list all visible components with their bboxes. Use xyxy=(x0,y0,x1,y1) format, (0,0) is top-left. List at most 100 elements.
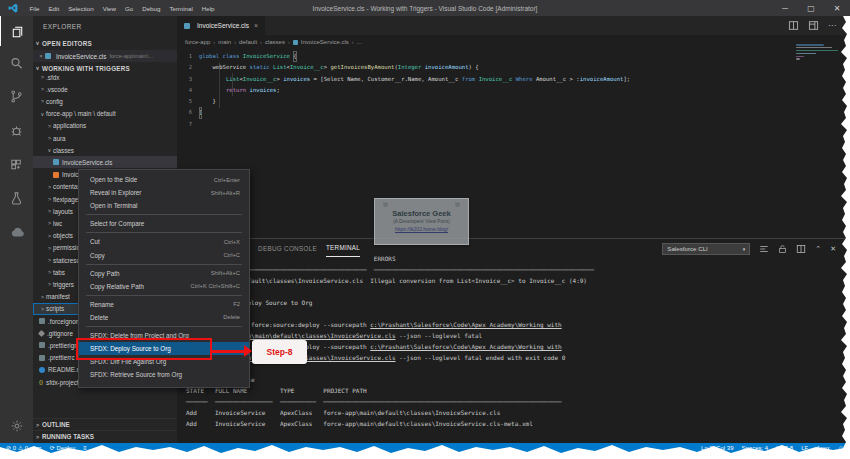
settings-gear-icon[interactable] xyxy=(0,411,33,441)
code-token: InvoiceService xyxy=(243,51,294,62)
tree-item--sfdx[interactable]: >.sfdx xyxy=(33,71,177,83)
tree-item-label: aura xyxy=(53,135,66,142)
toggle-layout-icon[interactable] xyxy=(808,20,819,31)
chevron-right-icon: > xyxy=(46,123,53,129)
xml-file-icon xyxy=(53,172,59,178)
menu-item-copy-path[interactable]: Copy PathShift+Alt+C xyxy=(79,267,249,280)
tree-item-force-app-main-default[interactable]: ∨force-app \ main \ default xyxy=(33,108,177,120)
chevron-right-icon: > xyxy=(39,294,46,300)
menu-separator xyxy=(86,214,242,215)
annotation-arrow-head xyxy=(244,345,252,357)
menu-item-shortcut: Ctrl+C xyxy=(223,252,240,258)
more-actions-icon[interactable]: ⋯ xyxy=(828,21,836,30)
explorer-icon[interactable] xyxy=(0,16,33,46)
menu-item-select-for-compare[interactable]: Select for Compare xyxy=(79,217,249,230)
code-token: Amount__c > : xyxy=(533,74,580,85)
menu-item-delete[interactable]: DeleteDelete xyxy=(79,311,249,324)
debug-icon[interactable] xyxy=(0,115,33,145)
menu-terminal[interactable]: Terminal xyxy=(165,5,197,12)
menu-edit[interactable]: Edit xyxy=(44,5,64,12)
minimize-button[interactable]: ─ xyxy=(772,0,798,16)
tree-item-label: tabs xyxy=(53,269,65,276)
open-editors-header[interactable]: ∨OPEN EDITORS xyxy=(33,37,177,49)
tab-invoiceservice[interactable]: InvoiceService.cls × xyxy=(177,16,265,35)
menu-item-label: Copy xyxy=(90,252,105,259)
open-editor-item[interactable]: × InvoiceService.cls force-app\main\... xyxy=(33,50,177,62)
torn-edge-bottom xyxy=(0,445,850,459)
code-token: invoiceAmount xyxy=(425,62,469,73)
tree-item-aura[interactable]: >aura xyxy=(33,132,177,144)
tree-item-classes[interactable]: ∨classes xyxy=(33,144,177,156)
menu-go[interactable]: Go xyxy=(120,5,137,12)
maximize-panel-icon[interactable]: ⌃ xyxy=(815,245,821,253)
search-icon[interactable] xyxy=(0,48,33,78)
code-token: invoiceAmount xyxy=(580,74,624,85)
menu-item-copy-relative-path[interactable]: Copy Relative PathCtrl+K Ctrl+Shift+C xyxy=(79,280,249,293)
minimap[interactable] xyxy=(796,44,842,61)
tree-item-invoiceservice-cls[interactable]: InvoiceService.cls xyxy=(33,156,177,168)
code-token: Invoice__c xyxy=(290,62,324,73)
source-control-icon[interactable] xyxy=(0,81,33,111)
tree-item-applications[interactable]: >applications xyxy=(33,120,177,132)
menu-item-cut[interactable]: Cut Ctrl+X xyxy=(79,235,249,248)
close-icon[interactable]: × xyxy=(37,53,45,59)
line-number: 5 xyxy=(177,96,199,107)
running-tasks-section[interactable]: >RUNNING TASKS xyxy=(33,430,177,442)
chevron-right-icon: > xyxy=(46,269,53,275)
new-terminal-icon[interactable] xyxy=(759,244,769,254)
close-panel-icon[interactable]: ✕ xyxy=(830,245,836,253)
breadcrumb-item[interactable]: default xyxy=(239,39,257,45)
breadcrumb-item[interactable]: force-app xyxy=(185,39,210,45)
menu-item-shortcut: Ctrl+X xyxy=(224,239,240,245)
extensions-icon[interactable] xyxy=(0,149,33,179)
breadcrumb-item[interactable]: main xyxy=(218,39,231,45)
outline-section[interactable]: >OUTLINE xyxy=(33,418,177,430)
code-token: ]; xyxy=(623,74,630,85)
lock-icon[interactable] xyxy=(778,244,787,254)
tree-item-config[interactable]: >config xyxy=(33,95,177,107)
tree-item-label: .sfdx xyxy=(46,74,59,81)
menu-item-open-to-the-side[interactable]: Open to the SideCtrl+Enter xyxy=(79,173,249,186)
menu-item-label: Open to the Side xyxy=(90,176,137,183)
menu-item-sfdx-retrieve-source-from-org[interactable]: SFDX: Retrieve Source from Org xyxy=(79,368,249,381)
open-editor-name: InvoiceService.cls xyxy=(56,53,106,60)
menu-debug[interactable]: Debug xyxy=(138,5,165,12)
tree-item-label: objects xyxy=(53,232,73,239)
menu-item-copy[interactable]: Copy Ctrl+C xyxy=(79,248,249,261)
code-line-4: 4 return invoices; xyxy=(177,85,630,96)
split-editor-icon[interactable] xyxy=(788,20,799,31)
breadcrumb-item[interactable]: ... xyxy=(357,39,362,45)
restore-button[interactable]: ▢ xyxy=(798,0,824,16)
split-terminal-icon[interactable] xyxy=(796,244,806,254)
code-line-7: 7 xyxy=(177,119,630,130)
menu-bar: FileEditSelectionViewGoDebugTerminalHelp xyxy=(25,5,219,12)
tab-close-icon[interactable]: × xyxy=(254,22,258,29)
menu-item-rename[interactable]: RenameF2 xyxy=(79,298,249,311)
breadcrumb[interactable]: force-app›main›default›classes›InvoiceSe… xyxy=(185,35,362,49)
code-line-5: 5 } xyxy=(177,96,630,107)
code-token: from xyxy=(462,74,475,85)
code-token: = [Select Name, Customer__r.Name, Amount… xyxy=(310,74,462,85)
breadcrumb-item[interactable]: classes xyxy=(265,39,285,45)
tree-item--vscode[interactable]: >.vscode xyxy=(33,83,177,95)
menu-item-label: Reveal in Explorer xyxy=(90,189,141,196)
terminal-shell-selector[interactable]: Salesforce CLI▾ xyxy=(662,243,750,255)
code-token: webService xyxy=(199,62,250,73)
menu-item-reveal-in-explorer[interactable]: Reveal in ExplorerShift+Alt+R xyxy=(79,186,249,199)
menu-selection[interactable]: Selection xyxy=(64,5,98,12)
code-area[interactable]: 1global class InvoiceService {2 webServi… xyxy=(177,51,630,130)
menu-item-label: Select for Compare xyxy=(90,220,144,227)
org-browser-cloud-icon[interactable] xyxy=(0,217,33,247)
menu-file[interactable]: File xyxy=(25,5,44,12)
test-beaker-icon[interactable] xyxy=(0,183,33,213)
menu-view[interactable]: View xyxy=(98,5,120,12)
activity-bar xyxy=(0,16,33,443)
chevron-right-icon: > xyxy=(39,86,46,92)
chevron-right-icon: > xyxy=(46,245,53,251)
menu-item-label: Cut xyxy=(90,238,100,245)
menu-help[interactable]: Help xyxy=(197,5,219,12)
breadcrumb-separator: › xyxy=(352,39,354,45)
breadcrumb-item[interactable]: InvoiceService.cls xyxy=(301,39,349,45)
menu-item-open-in-terminal[interactable]: Open in Terminal xyxy=(79,199,249,212)
close-button[interactable]: ✕ xyxy=(824,0,850,16)
